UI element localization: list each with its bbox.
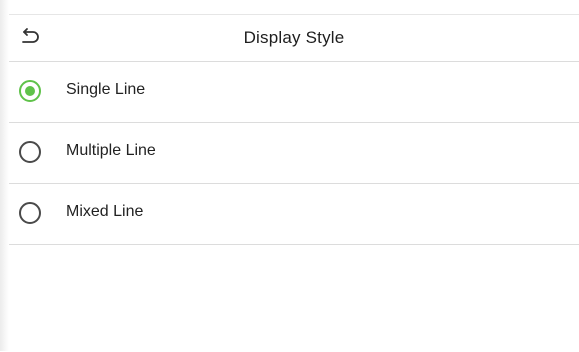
option-multiple-line[interactable]: Multiple Line (9, 123, 579, 184)
option-label: Mixed Line (66, 203, 144, 220)
radio-unselected-icon[interactable] (19, 202, 41, 224)
option-label: Multiple Line (66, 142, 156, 159)
display-style-screen: Display Style Single Line Multiple Line … (9, 14, 579, 352)
option-single-line[interactable]: Single Line (9, 62, 579, 123)
radio-selected-icon[interactable] (19, 80, 41, 102)
page-title: Display Style (243, 28, 345, 47)
radio-dot (25, 86, 35, 96)
option-label: Single Line (66, 81, 146, 98)
option-mixed-line[interactable]: Mixed Line (9, 184, 579, 245)
radio-unselected-icon[interactable] (19, 141, 41, 163)
display-style-options: Single Line Multiple Line Mixed Line (9, 62, 579, 245)
scan-edge (0, 0, 9, 351)
header-bar: Display Style (9, 15, 579, 62)
